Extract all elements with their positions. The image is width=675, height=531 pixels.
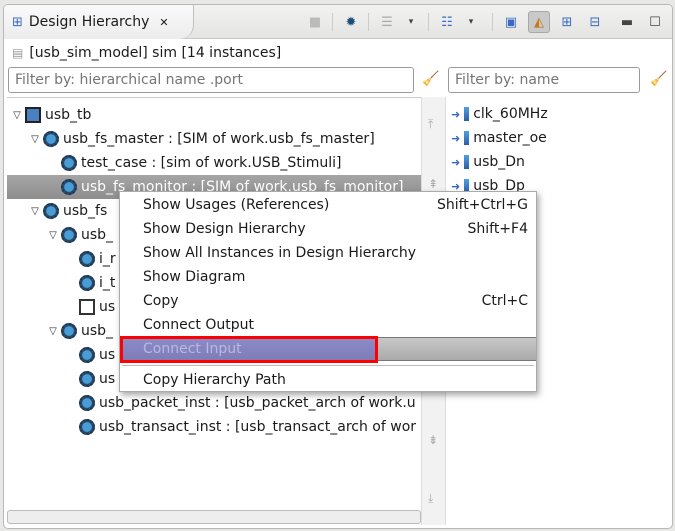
entity-icon	[79, 419, 95, 435]
scroll-bottom-icon[interactable]: ⤓	[428, 491, 433, 506]
input-port-icon: ➜	[451, 155, 461, 169]
entity-icon	[79, 371, 95, 387]
menu-item-shortcut: Shift+Ctrl+G	[436, 197, 528, 213]
tree-row-label: usb_	[81, 323, 114, 339]
expand-toggle-icon[interactable]: ▽	[47, 230, 59, 241]
tree-row[interactable]: test_case : [sim of work.USB_Stimuli]	[7, 151, 421, 175]
tree-row-label: usb_packet_inst : [usb_packet_arch of wo…	[99, 395, 416, 411]
port-label: master_oe	[473, 130, 547, 146]
tree-row[interactable]: usb_transact_inst : [usb_transact_arch o…	[7, 415, 421, 439]
scroll-down-icon[interactable]: ⇟	[428, 433, 438, 447]
minimize-icon[interactable]: ▬	[616, 11, 638, 33]
layout-menu-icon[interactable]: ☷	[436, 11, 458, 33]
tree-row[interactable]: usb_packet_inst : [usb_packet_arch of wo…	[7, 391, 421, 415]
sort-icon[interactable]: ◭	[528, 11, 550, 33]
tab-design-hierarchy[interactable]: ⊞ Design Hierarchy ✕	[4, 5, 194, 39]
port-item[interactable]: ➜ usb_Dn	[451, 150, 525, 174]
port-bar-icon	[464, 155, 470, 169]
stop-icon[interactable]: ■	[304, 11, 326, 33]
chip-icon[interactable]: ▣	[500, 11, 522, 33]
view-tabbar: ⊞ Design Hierarchy ✕ ■ ✹ ☰ ▾ ☷ ▾ ▣ ◭ ⊞ ⊟…	[4, 5, 672, 39]
debug-icon[interactable]: ✹	[340, 11, 362, 33]
horizontal-scrollbar[interactable]	[7, 510, 421, 524]
menu-item-label: Show Design Hierarchy	[143, 221, 306, 237]
entity-icon	[61, 227, 77, 243]
tree-row-label: us	[99, 371, 116, 387]
menu-item-label: Copy Hierarchy Path	[143, 372, 286, 388]
entity-icon	[79, 347, 95, 363]
hierarchy-filter-input[interactable]	[8, 67, 414, 93]
expand-toggle-icon[interactable]: ▽	[29, 206, 41, 217]
entity-icon	[79, 251, 95, 267]
expand-all-icon[interactable]: ⊞	[556, 11, 578, 33]
tree-row-label: test_case : [sim of work.USB_Stimuli]	[81, 155, 342, 171]
model-info: ▤ [usb_sim_model] sim [14 instances]	[12, 45, 281, 61]
expand-toggle-icon[interactable]: ▽	[29, 134, 41, 145]
model-info-text: [usb_sim_model] sim [14 instances]	[29, 45, 282, 61]
menu-item-copy[interactable]: Copy Ctrl+C	[120, 289, 536, 313]
generate-icon	[79, 299, 95, 315]
menu-item-shortcut: Shift+F4	[467, 221, 528, 237]
tree-row[interactable]: ▽ usb_fs_master : [SIM of work.usb_fs_mas…	[7, 127, 421, 151]
clear-filter-icon[interactable]: 🧹	[650, 71, 667, 87]
port-item[interactable]: ➜ master_oe	[451, 126, 547, 150]
menu-item-show-all-instances-in-design-hierarchy[interactable]: Show All Instances in Design Hierarchy	[120, 241, 536, 265]
port-item[interactable]: ➜ clk_60MHz	[451, 102, 548, 126]
menu-item-show-diagram[interactable]: Show Diagram	[120, 265, 536, 289]
scroll-top-icon[interactable]: ⤒	[428, 117, 433, 132]
design-hierarchy-view: ⊞ Design Hierarchy ✕ ■ ✹ ☰ ▾ ☷ ▾ ▣ ◭ ⊞ ⊟…	[3, 4, 673, 529]
expand-toggle-icon[interactable]: ▽	[11, 110, 23, 121]
input-port-icon: ➜	[451, 107, 461, 121]
highlight-annotation-box	[120, 336, 378, 363]
chevron-down-icon[interactable]: ▾	[460, 11, 482, 33]
view-title: Design Hierarchy	[28, 14, 150, 30]
tree-row-label: us	[99, 347, 116, 363]
menu-item-label: Show Diagram	[143, 269, 246, 285]
close-icon[interactable]: ✕	[159, 16, 168, 29]
entity-icon	[43, 203, 59, 219]
chevron-down-icon[interactable]: ▾	[400, 11, 422, 33]
entity-icon	[61, 323, 77, 339]
maximize-icon[interactable]: ☐	[644, 11, 666, 33]
tree-row-label: us	[99, 299, 116, 315]
list-menu-icon[interactable]: ☰	[376, 11, 398, 33]
menu-item-copy-hierarchy-path[interactable]: Copy Hierarchy Path	[120, 368, 536, 392]
document-icon: ▤	[12, 46, 24, 60]
menu-item-label: Show Usages (References)	[143, 197, 330, 213]
port-bar-icon	[464, 107, 470, 121]
expand-toggle-icon[interactable]: ▽	[47, 326, 59, 337]
menu-item-connect-output[interactable]: Connect Output	[120, 313, 536, 337]
collapse-all-icon[interactable]: ⊟	[584, 11, 606, 33]
menu-separator	[122, 365, 534, 366]
scroll-up-icon[interactable]: ⇞	[428, 177, 438, 191]
entity-icon	[61, 155, 77, 171]
port-label: clk_60MHz	[473, 106, 548, 122]
architecture-icon	[25, 107, 41, 123]
port-bar-icon	[464, 131, 470, 145]
entity-icon	[61, 179, 77, 195]
tree-row-label: usb_transact_inst : [usb_transact_arch o…	[99, 419, 417, 435]
entity-icon	[79, 395, 95, 411]
input-port-icon: ➜	[451, 131, 461, 145]
port-label: usb_Dn	[473, 154, 525, 170]
entity-icon	[79, 275, 95, 291]
tree-row-label: usb_tb	[45, 107, 92, 123]
menu-item-label: Connect Output	[143, 317, 254, 333]
entity-icon	[43, 131, 59, 147]
port-filter-input[interactable]	[448, 67, 640, 93]
clear-filter-icon[interactable]: 🧹	[422, 71, 439, 87]
menu-item-shortcut: Ctrl+C	[481, 293, 528, 309]
menu-item-label: Copy	[143, 293, 179, 309]
tree-row-label: usb_	[81, 227, 114, 243]
menu-item-show-design-hierarchy[interactable]: Show Design Hierarchy Shift+F4	[120, 217, 536, 241]
tree-row[interactable]: ▽ usb_tb	[7, 103, 421, 127]
tree-row-label: usb_fs	[63, 203, 108, 219]
tree-row-label: i_r	[99, 251, 116, 267]
menu-item-label: Show All Instances in Design Hierarchy	[143, 245, 416, 261]
tree-row-label: usb_fs_master : [SIM of work.usb_fs_mast…	[63, 131, 375, 147]
menu-item-show-usages-references[interactable]: Show Usages (References) Shift+Ctrl+G	[120, 193, 536, 217]
tree-row-label: i_t	[99, 275, 116, 291]
hierarchy-icon: ⊞	[12, 14, 23, 30]
